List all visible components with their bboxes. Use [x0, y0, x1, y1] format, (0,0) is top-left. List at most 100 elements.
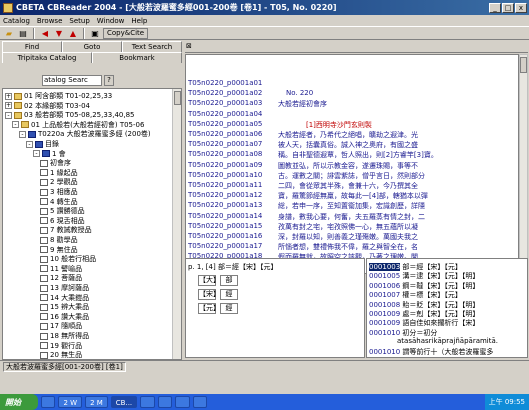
- tree-node[interactable]: 6 現舌相品: [40, 216, 85, 226]
- tree-node[interactable]: 13 摩訶薩品: [40, 283, 89, 293]
- tree-node[interactable]: 12 菩薩品: [40, 273, 82, 283]
- start-button[interactable]: 開始: [0, 394, 38, 410]
- line-reference[interactable]: T05n0220_p0001a07: [188, 140, 262, 148]
- collapse-icon[interactable]: -: [5, 111, 12, 119]
- tree-node[interactable]: +02 本緣部類 T03-04: [5, 101, 90, 111]
- tree-node[interactable]: 14 大乘鎧品: [40, 293, 89, 303]
- tree-node[interactable]: 10 般若行相品: [40, 254, 96, 264]
- tab-text-search[interactable]: Text Search: [122, 41, 182, 52]
- tab-bookmark[interactable]: Bookmark: [92, 52, 182, 63]
- arrow-down-icon[interactable]: ▼: [53, 28, 65, 39]
- line-reference[interactable]: T05n0220_p0001a10: [188, 171, 262, 179]
- expand-icon[interactable]: +: [5, 102, 12, 110]
- tab-tripitaka-catalog[interactable]: Tripitaka Catalog: [2, 52, 92, 63]
- variant-text: 部＝經【宋】【元】: [400, 263, 462, 271]
- line-reference[interactable]: T05n0220_p0001a17: [188, 242, 262, 250]
- line-reference[interactable]: T05n0220_p0001a03: [188, 99, 262, 107]
- taskbar-button[interactable]: [157, 396, 173, 408]
- tree-node[interactable]: 16 讚大乘品: [40, 312, 89, 322]
- variant-row[interactable]: atasāhasrikāprajñāpāramitā.: [397, 337, 498, 345]
- tree-node[interactable]: 18 無所得品: [40, 331, 89, 341]
- menu-setup[interactable]: Setup: [69, 17, 89, 25]
- scroll-thumb[interactable]: [520, 57, 527, 73]
- collapse-icon[interactable]: -: [19, 130, 26, 138]
- tree-node[interactable]: 11 譬喻品: [40, 264, 82, 274]
- tree-node[interactable]: 3 相應品: [40, 187, 78, 197]
- tree-node[interactable]: 9 無住品: [40, 245, 78, 255]
- taskbar-button[interactable]: [41, 396, 56, 408]
- menu-window[interactable]: Window: [97, 17, 125, 25]
- bookmark-icon[interactable]: ▤: [17, 28, 29, 39]
- line-reference[interactable]: T05n0220_p0001a15: [188, 222, 262, 230]
- menu-catalog[interactable]: Catalog: [3, 17, 30, 25]
- sutra-line-text: 大般若經者，乃希代之絕唱，曠劫之遐津。光: [278, 131, 418, 139]
- menu-help[interactable]: Help: [131, 17, 147, 25]
- variant-text: 初分＝初分: [400, 328, 438, 337]
- tree-node[interactable]: 7 教誡教授品: [40, 225, 92, 235]
- maximize-button[interactable]: □: [502, 2, 514, 13]
- arrow-up-icon[interactable]: ▲: [67, 28, 79, 39]
- line-reference[interactable]: T05n0220_p0001a14: [188, 212, 262, 220]
- taskbar-button[interactable]: [140, 396, 155, 408]
- taskbar-button[interactable]: [192, 396, 207, 408]
- text-scrollbar[interactable]: [519, 54, 528, 274]
- expand-icon[interactable]: +: [5, 92, 12, 100]
- tree-node[interactable]: - 目錄: [26, 139, 59, 149]
- taskbar-button[interactable]: 2 W: [58, 396, 83, 408]
- tree-node[interactable]: - 1 會: [33, 149, 66, 159]
- tree-node[interactable]: 2 學觀品: [40, 177, 78, 187]
- tree-node[interactable]: 初會序: [40, 158, 71, 168]
- page-icon: [40, 236, 48, 244]
- minimize-button[interactable]: _: [489, 2, 501, 13]
- pane-close-icon[interactable]: ⊠: [186, 42, 192, 50]
- taskbar-button[interactable]: CB...: [110, 396, 138, 408]
- line-reference[interactable]: T05n0220_p0001a01: [188, 79, 262, 87]
- taskbar-button[interactable]: [175, 396, 190, 408]
- line-reference[interactable]: T05n0220_p0001a11: [188, 181, 262, 189]
- line-reference[interactable]: T05n0220_p0001a16: [188, 232, 262, 240]
- line-reference[interactable]: T05n0220_p0001a13: [188, 201, 262, 209]
- tab-goto[interactable]: Goto: [62, 41, 122, 52]
- sutra-line-text: 所惱者想，雙禮佈我不偉，羅之與智全在，名: [278, 243, 418, 252]
- copy-cite-button[interactable]: Copy&Cite: [103, 27, 149, 39]
- collapse-icon[interactable]: -: [12, 121, 19, 129]
- close-button[interactable]: x: [515, 2, 527, 13]
- line-reference[interactable]: T05n0220_p0001a09: [188, 161, 262, 169]
- taskbar-button[interactable]: 2 M: [85, 396, 108, 408]
- status-bar: 大般若波羅蜜多經[001-200卷] [卷1]: [0, 360, 529, 372]
- line-reference[interactable]: T05n0220_p0001a06: [188, 130, 262, 138]
- variant-text: 鋼＝韃【宋】【元】【明】: [400, 281, 480, 290]
- tree-node[interactable]: 8 勸學品: [40, 235, 78, 245]
- scroll-thumb[interactable]: [174, 91, 181, 105]
- tree-node-label: 初會序: [50, 159, 71, 168]
- tree-node[interactable]: 1 緣起品: [40, 168, 78, 178]
- tree-node[interactable]: - 03 般若部類 T05-08,25,33,40,85: [5, 110, 135, 120]
- open-folder-icon[interactable]: ▰: [3, 28, 15, 39]
- tree-node[interactable]: 4 轉生品: [40, 197, 78, 207]
- collapse-icon[interactable]: -: [26, 140, 33, 148]
- line-reference[interactable]: T05n0220_p0001a04: [188, 110, 262, 118]
- variant-row[interactable]: 0001010 謂等前行十（大般若波羅蜜多: [369, 347, 493, 357]
- line-reference[interactable]: T05n0220_p0001a08: [188, 150, 262, 158]
- folder-icon: [14, 111, 22, 119]
- tree-node[interactable]: 15 辨大乘品: [40, 302, 89, 312]
- arrow-left-icon[interactable]: ◀: [39, 28, 51, 39]
- print-icon[interactable]: ▣: [89, 28, 101, 39]
- collapse-icon[interactable]: -: [33, 150, 40, 158]
- help-button[interactable]: ?: [104, 74, 114, 86]
- tree-node[interactable]: +01 阿含部類 T01-02,25,33: [5, 91, 112, 101]
- line-reference[interactable]: T05n0220_p0001a12: [188, 191, 262, 199]
- tab-find[interactable]: Find: [2, 41, 62, 52]
- tree-node[interactable]: 5 讚勝德品: [40, 206, 85, 216]
- tree-node[interactable]: 17 隨順品: [40, 321, 82, 331]
- catalog-search-input[interactable]: atalog Searc: [42, 74, 102, 86]
- tree-scrollbar[interactable]: [172, 89, 181, 359]
- tree-node[interactable]: 20 無生品: [40, 350, 82, 359]
- menu-browse[interactable]: Browse: [37, 17, 63, 25]
- tree-node[interactable]: 19 觀行品: [40, 341, 82, 351]
- page-icon: [40, 303, 48, 311]
- line-reference[interactable]: T05n0220_p0001a05: [188, 120, 262, 128]
- tree-node[interactable]: - T0220a 大般若波羅蜜多經 (200卷): [19, 129, 151, 139]
- tree-node[interactable]: - 01 上品般若(大般若經初會) T05-06: [12, 120, 144, 130]
- line-reference[interactable]: T05n0220_p0001a02: [188, 89, 262, 97]
